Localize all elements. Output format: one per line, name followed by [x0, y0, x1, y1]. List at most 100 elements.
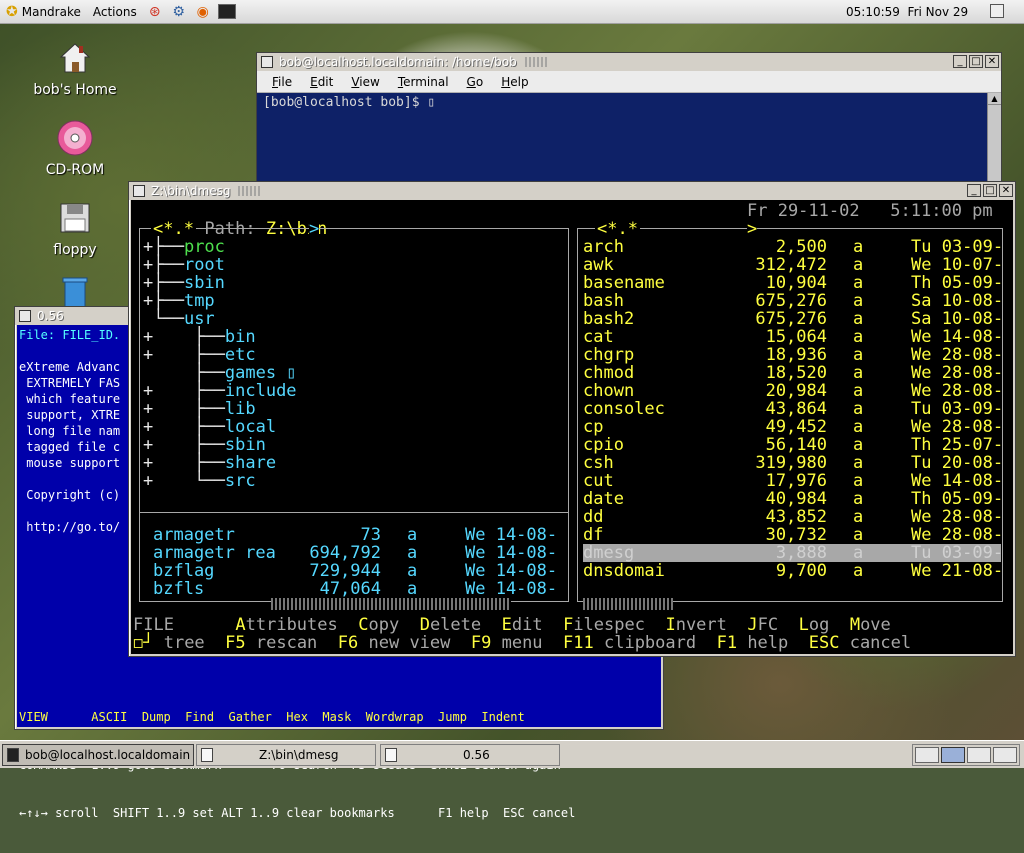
- show-desktop-button[interactable]: [990, 4, 1004, 18]
- right-filespec[interactable]: <*.*: [595, 220, 640, 238]
- cmd-item[interactable]: Delete: [420, 615, 481, 635]
- minimize-button[interactable]: _: [953, 55, 967, 68]
- file-row[interactable]: basename 10,904 a Th 05-09-: [583, 274, 1003, 292]
- terminal-titlebar[interactable]: bob@localhost.localdomain: /home/bob _ □…: [257, 53, 1001, 71]
- tree-node[interactable]: + ├──include: [143, 382, 297, 400]
- tree-node[interactable]: + ├──sbin: [143, 436, 266, 454]
- task-viewer[interactable]: 0.56: [380, 744, 560, 766]
- cmd-item[interactable]: ESC cancel: [809, 633, 911, 653]
- window-menu-icon[interactable]: [133, 185, 145, 197]
- cmd-item[interactable]: ◻┘ tree: [133, 633, 205, 653]
- cmd-item[interactable]: F6 new view: [338, 633, 451, 653]
- file-row[interactable]: cat 15,064 a We 14-08-: [583, 328, 1003, 346]
- cmd-item[interactable]: Copy: [358, 615, 399, 635]
- tree-node[interactable]: + ├──etc: [143, 346, 256, 364]
- file-row[interactable]: dd 43,852 a We 28-08-: [583, 508, 1003, 526]
- terminal-menu-help[interactable]: Help: [501, 75, 528, 89]
- tree-node[interactable]: + └──src: [143, 472, 256, 490]
- file-row[interactable]: cut 17,976 a We 14-08-: [583, 472, 1003, 490]
- tree-node[interactable]: +├──sbin: [143, 274, 225, 292]
- terminal-scrollbar[interactable]: ▲: [987, 93, 1001, 191]
- file-row[interactable]: date 40,984 a Th 05-09-: [583, 490, 1003, 508]
- maximize-button[interactable]: □: [969, 55, 983, 68]
- desktop-icon-cdrom[interactable]: CD-ROM: [30, 118, 120, 178]
- file-row[interactable]: chown 20,984 a We 28-08-: [583, 382, 1003, 400]
- cmd-item[interactable]: F11 clipboard: [563, 633, 696, 653]
- mandrake-menu[interactable]: ✪ Mandrake: [0, 0, 87, 24]
- file-row[interactable]: armagetr 73 a We 14-08-: [153, 526, 557, 544]
- file-row[interactable]: dmesg 3,888 a Tu 03-09-: [583, 543, 1003, 563]
- cmd-item[interactable]: Attributes: [235, 615, 337, 635]
- cmd-item[interactable]: F1 help: [717, 633, 789, 653]
- workspace-1[interactable]: [915, 747, 939, 763]
- file-row[interactable]: chmod 18,520 a We 28-08-: [583, 364, 1003, 382]
- file-row[interactable]: cp 49,452 a We 28-08-: [583, 418, 1003, 436]
- workspace-3[interactable]: [967, 747, 991, 763]
- xtree-screen[interactable]: Path: Z:\bin Fr 29-11-02 5:11:00 pm <*.*…: [131, 200, 1013, 654]
- file-row[interactable]: dnsdomai 9,700 a We 21-08-: [583, 562, 1003, 580]
- workspace-pager[interactable]: [912, 744, 1020, 766]
- terminal-menu-terminal[interactable]: Terminal: [398, 75, 449, 89]
- file-row[interactable]: arch 2,500 a Tu 03-09-: [583, 238, 1003, 256]
- terminal-launcher-icon[interactable]: [216, 2, 238, 22]
- desktop-icon-home[interactable]: bob's Home: [30, 38, 120, 98]
- desktop-icon-floppy[interactable]: floppy: [30, 198, 120, 258]
- maximize-button[interactable]: □: [983, 184, 997, 197]
- tree-node[interactable]: + ├──bin: [143, 328, 256, 346]
- left-filespec[interactable]: <*.*: [151, 220, 196, 238]
- file-row[interactable]: bash2 675,276 a Sa 10-08-: [583, 310, 1003, 328]
- file-row[interactable]: bzflag 729,944 a We 14-08-: [153, 562, 557, 580]
- file-row[interactable]: consolec 43,864 a Tu 03-09-: [583, 400, 1003, 418]
- terminal-body[interactable]: [bob@localhost bob]$ ▯: [257, 93, 1001, 191]
- panel-clock[interactable]: 05:10:59 Fri Nov 29: [846, 5, 968, 19]
- window-menu-icon[interactable]: [19, 310, 31, 322]
- terminal-menu-edit[interactable]: Edit: [310, 75, 333, 89]
- terminal-menu-go[interactable]: Go: [467, 75, 484, 89]
- xtree-titlebar[interactable]: Z:\bin\dmesg _ □ ✕: [129, 182, 1015, 200]
- task-terminal[interactable]: bob@localhost.localdomain: [2, 744, 194, 766]
- settings-icon[interactable]: ⚙: [168, 2, 190, 22]
- tree-node[interactable]: ├──games ▯: [143, 364, 296, 382]
- cmd-item[interactable]: Edit: [502, 615, 543, 635]
- cmd-item[interactable]: F9 menu: [471, 633, 543, 653]
- close-button[interactable]: ✕: [999, 184, 1013, 197]
- right-hscrollbar[interactable]: [583, 598, 673, 610]
- tree-node[interactable]: └──usr: [143, 310, 214, 328]
- tree-node[interactable]: +├──tmp: [143, 292, 215, 310]
- cmd-item[interactable]: F5 rescan: [225, 633, 317, 653]
- file-row[interactable]: armagetr rea 694,792 a We 14-08-: [153, 544, 557, 562]
- file-row[interactable]: chgrp 18,936 a We 28-08-: [583, 346, 1003, 364]
- tree-node[interactable]: +├──proc: [143, 238, 225, 256]
- cmd-item[interactable]: Invert: [665, 615, 726, 635]
- scroll-up-arrow-icon[interactable]: ▲: [988, 93, 1001, 105]
- file-row[interactable]: bzfls 47,064 a We 14-08-: [153, 580, 557, 598]
- file-size: 3,888: [775, 543, 827, 563]
- help-lifebuoy-icon[interactable]: ⊛: [144, 2, 166, 22]
- terminal-menubar: File Edit View Terminal Go Help: [257, 71, 1001, 93]
- file-row[interactable]: cpio 56,140 a Th 25-07-: [583, 436, 1003, 454]
- tree-node[interactable]: + ├──local: [143, 418, 276, 436]
- task-xtree[interactable]: Z:\bin\dmesg: [196, 744, 376, 766]
- cmd-item[interactable]: JFC: [747, 615, 778, 635]
- workspace-2[interactable]: [941, 747, 965, 763]
- viewer-line: Copyright (c): [19, 488, 121, 502]
- actions-menu[interactable]: Actions: [87, 0, 143, 24]
- cmd-item[interactable]: Filespec: [563, 615, 645, 635]
- browser-icon[interactable]: ◉: [192, 2, 214, 22]
- file-row[interactable]: bash 675,276 a Sa 10-08-: [583, 292, 1003, 310]
- tree-node[interactable]: +├──root: [143, 256, 225, 274]
- tree-node[interactable]: + ├──lib: [143, 400, 256, 418]
- file-row[interactable]: csh 319,980 a Tu 20-08-: [583, 454, 1003, 472]
- left-hscrollbar[interactable]: [271, 598, 511, 610]
- window-menu-icon[interactable]: [261, 56, 273, 68]
- file-row[interactable]: df 30,732 a We 28-08-: [583, 526, 1003, 544]
- minimize-button[interactable]: _: [967, 184, 981, 197]
- terminal-menu-file[interactable]: File: [272, 75, 292, 89]
- cmd-item[interactable]: Log: [799, 615, 830, 635]
- workspace-4[interactable]: [993, 747, 1017, 763]
- terminal-menu-view[interactable]: View: [351, 75, 379, 89]
- close-button[interactable]: ✕: [985, 55, 999, 68]
- tree-node[interactable]: + ├──share: [143, 454, 276, 472]
- cmd-item[interactable]: Move: [850, 615, 891, 635]
- file-row[interactable]: awk 312,472 a We 10-07-: [583, 256, 1003, 274]
